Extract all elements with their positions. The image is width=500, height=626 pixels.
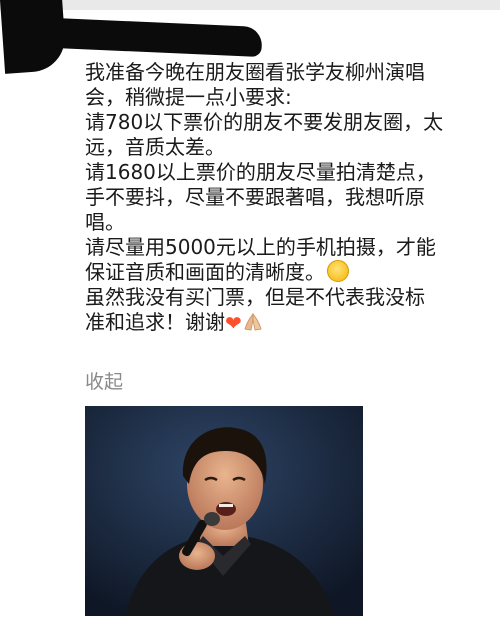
post-line: 远，音质太差。 (85, 135, 225, 159)
concert-photo[interactable] (85, 406, 363, 616)
post-line: 手不要抖，尽量不要跟著唱，我想听原 (85, 185, 425, 209)
blushing-smile-icon (327, 260, 349, 282)
post-line: 请1680以上票价的朋友尽量拍清楚点， (85, 160, 436, 184)
redacted-username-tail (228, 41, 258, 47)
singer-with-microphone-image (85, 406, 363, 616)
post-text: 我准备今晚在朋友圈看张学友柳州演唱 会，稍微提一点小要求: 请780以下票价的朋… (85, 60, 495, 336)
top-bar (0, 0, 500, 10)
post-line: 请尽量用5000元以上的手机拍摄，才能 (85, 235, 436, 259)
post-line: 请780以下票价的朋友不要发朋友圈，太 (85, 110, 444, 134)
red-heart-icon: ❤ (225, 311, 242, 335)
post-line-with-emoji: 保证音质和画面的清晰度。 (85, 260, 495, 285)
post-line-with-emoji: 准和追求！谢谢❤ (85, 310, 495, 336)
collapse-link[interactable]: 收起 (85, 367, 123, 394)
folded-hands-icon (244, 312, 262, 331)
post-line: 我准备今晚在朋友圈看张学友柳州演唱 (85, 60, 425, 84)
post-line: 准和追求！谢谢 (85, 310, 225, 334)
post-line: 唱。 (85, 210, 125, 234)
post-line: 保证音质和画面的清晰度。 (85, 260, 325, 284)
post-line: 会，稍微提一点小要求: (85, 85, 292, 109)
post-line: 虽然我没有买门票，但是不代表我没标 (85, 285, 425, 309)
redacted-username (29, 16, 263, 58)
